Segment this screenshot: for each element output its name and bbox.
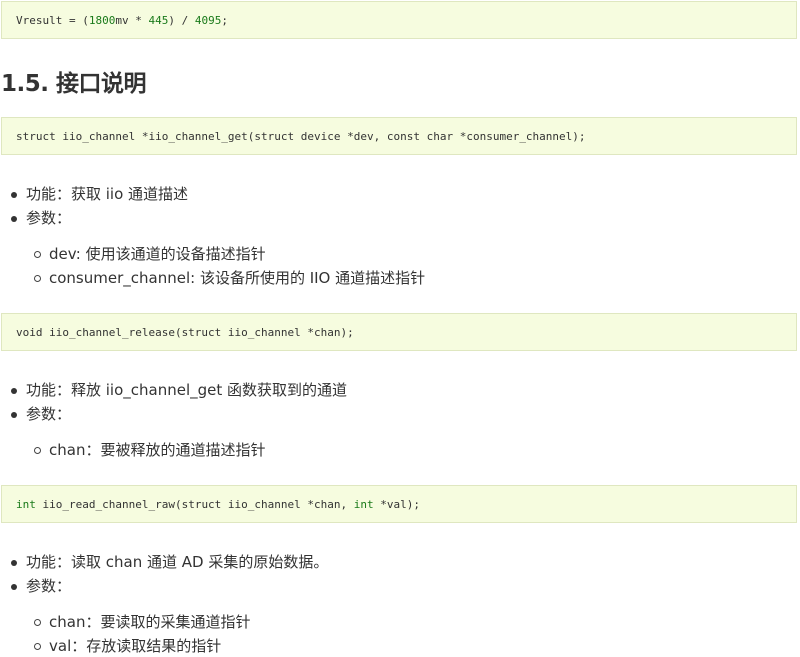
sub-list-item: chan：要读取的采集通道指针 (0, 610, 250, 634)
bullet-circle (34, 251, 41, 258)
sub-list-item-text: chan：要读取的采集通道指针 (49, 613, 251, 631)
code-text: struct iio_channel *iio_channel_get(stru… (16, 129, 586, 143)
code-number: 1800 (88, 13, 116, 27)
bullet-dot (11, 192, 17, 198)
bullet-circle (34, 275, 41, 282)
sub-list-item-text: consumer_channel: 该设备所使用的 IIO 通道描述指针 (49, 269, 426, 287)
code-text: *val); (373, 497, 420, 511)
sub-list-1: dev: 使用该通道的设备描述指针 consumer_channel: 该设备所… (0, 242, 425, 290)
list-item: 参数： (0, 574, 328, 598)
bullet-dot (11, 216, 17, 222)
sub-list-item: chan：要被释放的通道描述指针 (0, 438, 265, 462)
sub-list-item-text: val：存放读取结果的指针 (49, 637, 222, 655)
code-keyword: int (353, 497, 374, 511)
list-item: 参数： (0, 402, 347, 426)
code-text: ; (221, 13, 228, 27)
sub-list-3: chan：要读取的采集通道指针 val：存放读取结果的指针 (0, 610, 250, 657)
sub-list-item: val：存放读取结果的指针 (0, 634, 250, 657)
bullet-circle (34, 643, 41, 650)
list-item: 功能：获取 iio 通道描述 (0, 182, 188, 206)
list-item-text: 参数： (26, 405, 72, 423)
code-block-iio-read-channel-raw: int iio_read_channel_raw(struct iio_chan… (1, 485, 797, 523)
list-item-text: 参数： (26, 577, 72, 595)
bullet-circle (34, 447, 41, 454)
code-text: void iio_channel_release(struct iio_chan… (16, 325, 354, 339)
list-item-text: 功能：释放 iio_channel_get 函数获取到的通道 (26, 381, 348, 399)
bullet-dot (11, 388, 17, 394)
list-item-text: 参数： (26, 209, 72, 227)
code-text: ) / (168, 13, 195, 27)
bullet-list-1: 功能：获取 iio 通道描述 参数： (0, 182, 188, 230)
list-item: 功能：释放 iio_channel_get 函数获取到的通道 (0, 378, 347, 402)
section-heading: 1.5. 接口说明 (1, 71, 147, 97)
sub-list-item: consumer_channel: 该设备所使用的 IIO 通道描述指针 (0, 266, 425, 290)
code-block-iio-channel-release: void iio_channel_release(struct iio_chan… (1, 313, 797, 351)
code-text: iio_read_channel_raw(struct iio_channel … (35, 497, 354, 511)
list-item: 参数： (0, 206, 188, 230)
bullet-dot (11, 584, 17, 590)
list-item: 功能：读取 chan 通道 AD 采集的原始数据。 (0, 550, 328, 574)
list-item-text: 功能：读取 chan 通道 AD 采集的原始数据。 (26, 553, 329, 571)
code-number: 4095 (194, 13, 222, 27)
sub-list-item: dev: 使用该通道的设备描述指针 (0, 242, 425, 266)
code-keyword: int (16, 497, 36, 511)
sub-list-2: chan：要被释放的通道描述指针 (0, 438, 265, 462)
bullet-dot (11, 412, 17, 418)
code-number: 445 (148, 13, 169, 27)
document-page: Vresult = (1800 mv * 445) / 4095; 1.5. 接口… (0, 0, 800, 657)
code-text: Vresult = ( (16, 13, 89, 27)
code-block-vresult: Vresult = (1800 mv * 445) / 4095; (1, 1, 797, 39)
list-item-text: 功能：获取 iio 通道描述 (26, 185, 189, 203)
bullet-dot (11, 560, 17, 566)
bullet-list-2: 功能：释放 iio_channel_get 函数获取到的通道 参数： (0, 378, 347, 426)
bullet-list-3: 功能：读取 chan 通道 AD 采集的原始数据。 参数： (0, 550, 328, 598)
code-text: mv * (115, 13, 149, 27)
code-block-iio-channel-get: struct iio_channel *iio_channel_get(stru… (1, 117, 797, 155)
bullet-circle (34, 619, 41, 626)
sub-list-item-text: dev: 使用该通道的设备描述指针 (49, 245, 266, 263)
sub-list-item-text: chan：要被释放的通道描述指针 (49, 441, 266, 459)
